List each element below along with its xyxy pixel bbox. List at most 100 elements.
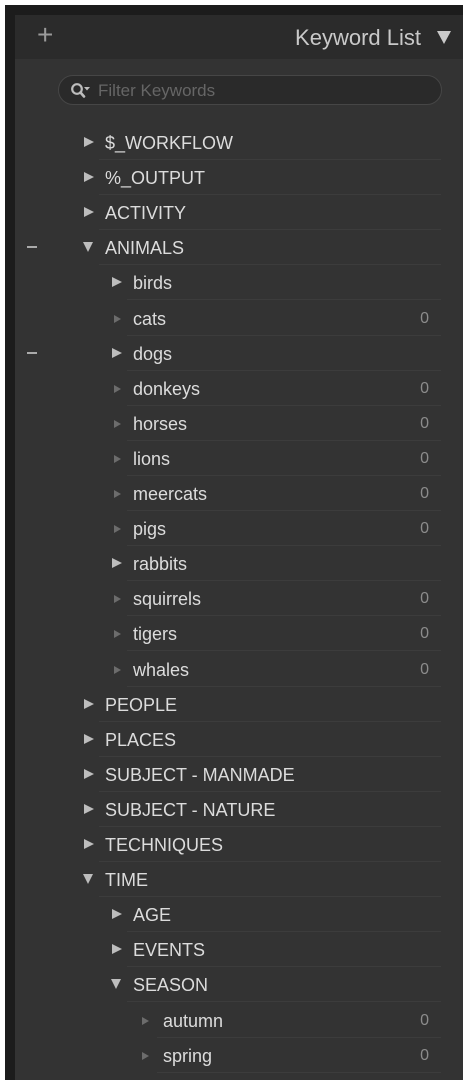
keyword-count: 0	[420, 414, 429, 432]
keyword-row[interactable]: PLACES	[15, 722, 463, 757]
keyword-label[interactable]: SUBJECT - NATURE	[105, 799, 275, 821]
keyword-label[interactable]: SUBJECT - MANMADE	[105, 764, 295, 786]
keyword-label[interactable]: EVENTS	[133, 939, 205, 961]
keyword-label[interactable]: ACTIVITY	[105, 202, 186, 224]
keyword-label[interactable]: lions	[133, 448, 170, 470]
keyword-row[interactable]: autumn 0	[15, 1003, 463, 1038]
disclosure-collapsed-icon[interactable]	[84, 733, 94, 744]
keyword-label[interactable]: PEOPLE	[105, 694, 177, 716]
keyword-row[interactable]: SUBJECT - MANMADE	[15, 757, 463, 792]
disclosure-collapsed-icon[interactable]	[84, 768, 94, 779]
keyword-row[interactable]: ANIMALS	[15, 230, 463, 266]
keyword-label[interactable]: birds	[133, 272, 172, 294]
keyword-leaf-icon	[114, 595, 121, 604]
search-input[interactable]: Filter Keywords	[98, 81, 215, 101]
keyword-row[interactable]: %_OUTPUT	[15, 160, 463, 196]
disclosure-collapsed-icon[interactable]	[84, 698, 94, 709]
keyword-label[interactable]: ANIMALS	[105, 237, 184, 259]
disclosure-collapsed-icon[interactable]	[112, 944, 122, 955]
keyword-row[interactable]: SUBJECT - NATURE	[15, 792, 463, 827]
keyword-count: 0	[420, 625, 429, 643]
keyword-row[interactable]: spring 0	[15, 1038, 463, 1073]
panel-title[interactable]: Keyword List	[295, 25, 421, 51]
disclosure-expanded-icon[interactable]	[83, 242, 93, 253]
disclosure-collapsed-icon[interactable]	[112, 277, 122, 288]
keyword-row[interactable]: TIME	[15, 862, 463, 898]
keyword-label[interactable]: rabbits	[133, 553, 187, 575]
keyword-count: 0	[420, 1046, 429, 1064]
keyword-count: 0	[420, 485, 429, 502]
keyword-row[interactable]: lions 0	[15, 441, 463, 476]
keyword-label[interactable]: horses	[133, 413, 187, 435]
disclosure-collapsed-icon[interactable]	[84, 172, 94, 183]
keyword-label[interactable]: autumn	[163, 1010, 223, 1032]
keyword-count: 0	[420, 309, 429, 327]
keyword-label[interactable]: %_OUTPUT	[105, 167, 205, 189]
keyword-label[interactable]: pigs	[133, 518, 166, 540]
keyword-row[interactable]: meercats 0	[15, 476, 463, 511]
keyword-label[interactable]: SEASON	[133, 974, 208, 996]
disclosure-collapsed-icon[interactable]	[84, 207, 94, 218]
keyword-count: 0	[420, 660, 429, 678]
keyword-row[interactable]: rabbits	[15, 546, 463, 582]
keyword-list-panel: + Keyword List Filter Keywords $_WORKFLO…	[15, 15, 463, 1080]
keyword-leaf-icon	[114, 490, 121, 498]
panel-frame: + Keyword List Filter Keywords $_WORKFLO…	[5, 5, 463, 1080]
keyword-label[interactable]: spring	[163, 1045, 212, 1067]
keyword-row[interactable]: dogs	[15, 336, 463, 371]
keyword-row[interactable]: whales 0	[15, 652, 463, 687]
disclosure-collapsed-icon[interactable]	[112, 909, 122, 920]
keyword-row[interactable]: cats 0	[15, 301, 463, 336]
panel-header: + Keyword List	[15, 15, 463, 59]
keyword-row[interactable]: ACTIVITY	[15, 195, 463, 231]
collapse-minus-icon[interactable]	[27, 351, 37, 354]
keyword-leaf-icon	[114, 665, 121, 674]
keyword-row[interactable]: SEASON	[15, 967, 463, 1003]
keyword-label[interactable]: TIME	[105, 869, 148, 891]
disclosure-collapsed-icon[interactable]	[84, 839, 94, 849]
collapse-panel-icon[interactable]	[437, 31, 451, 44]
search-icon[interactable]	[70, 82, 90, 100]
keyword-count: 0	[420, 590, 429, 608]
keyword-row[interactable]: squirrels 0	[15, 581, 463, 617]
keyword-row[interactable]: horses 0	[15, 406, 463, 441]
add-keyword-button[interactable]: +	[37, 18, 53, 52]
keyword-leaf-icon	[114, 525, 121, 534]
keyword-leaf-icon	[114, 630, 121, 639]
filter-keywords-field[interactable]: Filter Keywords	[58, 75, 442, 105]
keyword-label[interactable]: donkeys	[133, 378, 200, 400]
keyword-row[interactable]: AGE	[15, 897, 463, 933]
keyword-leaf-icon	[114, 419, 121, 428]
disclosure-collapsed-icon[interactable]	[112, 347, 122, 358]
disclosure-collapsed-icon[interactable]	[112, 558, 122, 569]
keyword-row[interactable]: $_WORKFLOW	[15, 125, 463, 160]
keyword-leaf-icon	[142, 1016, 149, 1025]
keyword-label[interactable]: $_WORKFLOW	[105, 132, 233, 154]
keyword-row[interactable]: EVENTS	[15, 932, 463, 968]
collapse-minus-icon[interactable]	[27, 246, 37, 249]
keyword-label[interactable]: AGE	[133, 904, 171, 926]
keyword-label[interactable]: tigers	[133, 623, 177, 645]
keyword-label[interactable]: squirrels	[133, 588, 201, 610]
keyword-label[interactable]: whales	[133, 659, 189, 681]
keyword-leaf-icon	[114, 314, 121, 323]
keyword-leaf-icon	[114, 454, 121, 463]
keyword-row[interactable]: TECHNIQUES	[15, 827, 463, 862]
disclosure-collapsed-icon[interactable]	[84, 803, 94, 814]
keyword-label[interactable]: TECHNIQUES	[105, 834, 223, 856]
keyword-row[interactable]: birds	[15, 265, 463, 301]
keyword-leaf-icon	[114, 384, 121, 393]
keyword-row[interactable]: PEOPLE	[15, 687, 463, 722]
disclosure-collapsed-icon[interactable]	[84, 137, 94, 147]
keyword-row[interactable]: tigers 0	[15, 616, 463, 652]
keyword-row[interactable]: pigs 0	[15, 511, 463, 547]
disclosure-expanded-icon[interactable]	[111, 979, 121, 990]
keyword-count: 0	[420, 379, 429, 397]
keyword-label[interactable]: PLACES	[105, 729, 176, 751]
keyword-label[interactable]: cats	[133, 308, 166, 330]
disclosure-expanded-icon[interactable]	[83, 874, 93, 885]
keyword-row[interactable]: donkeys 0	[15, 371, 463, 406]
keyword-label[interactable]: meercats	[133, 483, 207, 505]
keyword-label[interactable]: dogs	[133, 343, 172, 365]
keyword-leaf-icon	[142, 1051, 149, 1060]
